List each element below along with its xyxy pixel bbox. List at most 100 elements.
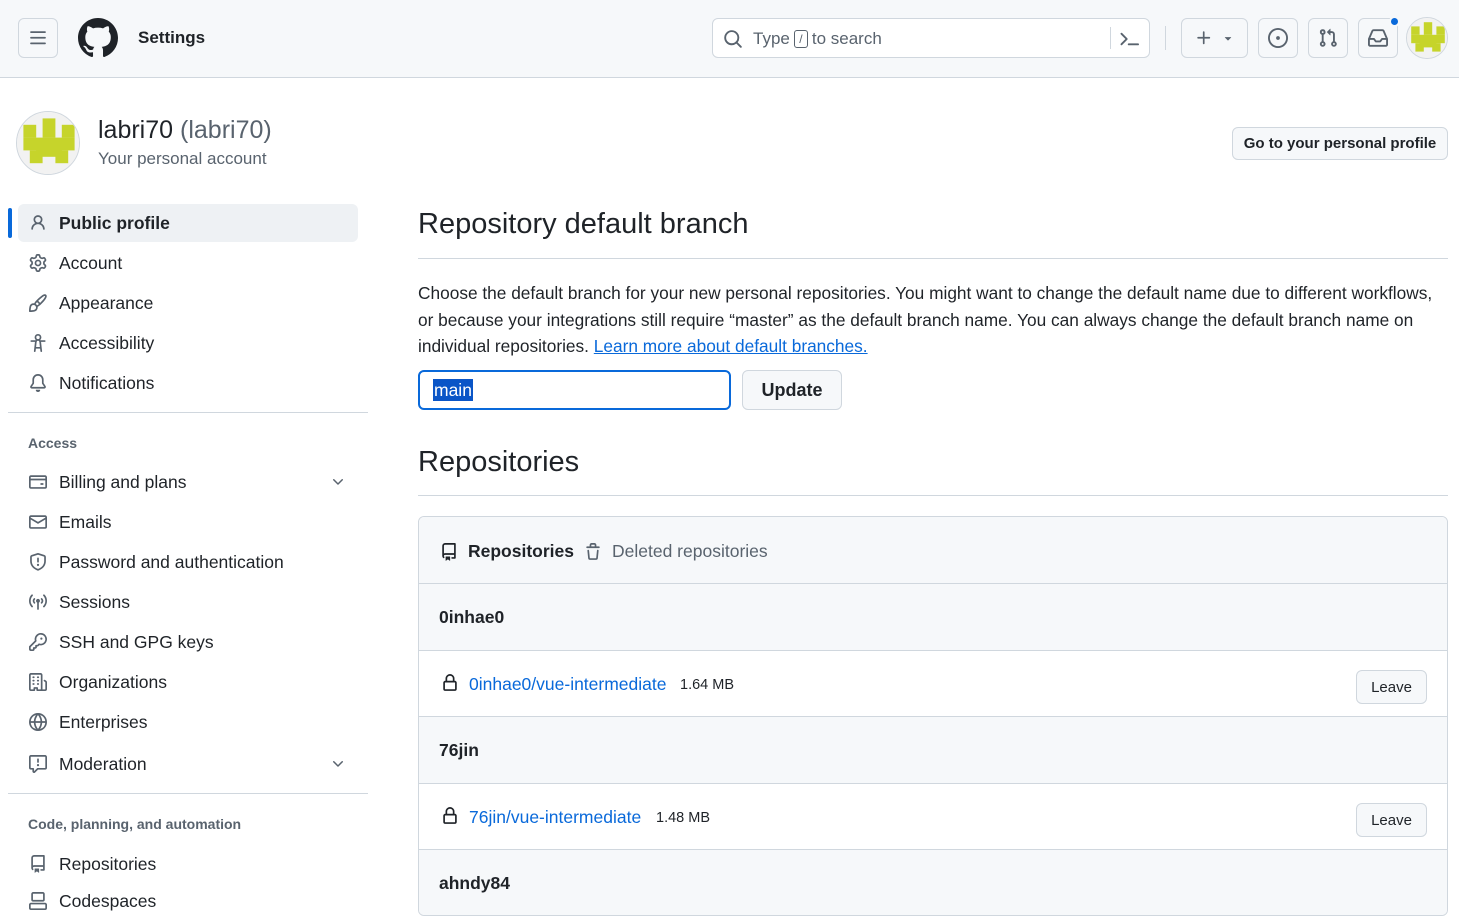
search-suffix: to search [811,29,882,48]
create-new-button[interactable] [1181,18,1248,58]
sidebar-item-codespaces[interactable]: Codespaces [18,882,358,920]
repo-link[interactable]: 76jin/vue-intermediate [469,807,641,828]
git-pull-request-icon [1319,28,1337,47]
search-input[interactable]: Type / to search [712,18,1150,58]
bell-icon [28,373,48,393]
mail-icon [28,512,48,532]
broadcast-icon [28,592,48,612]
personal-profile-button[interactable]: Go to your personal profile [1232,127,1448,160]
leave-button[interactable]: Leave [1356,670,1427,704]
owner-row: 0inhae0 [419,584,1447,651]
display-name: labri70 [98,116,174,144]
organization-icon [28,672,48,692]
triangle-down-icon [1224,37,1231,41]
repositories-tabs: Repositories Deleted repositories [419,517,1447,584]
github-logo-icon[interactable] [78,18,118,58]
repo-icon [28,854,48,874]
avatar[interactable] [1406,17,1448,59]
hamburger-icon [30,31,46,45]
command-palette-icon[interactable] [1119,29,1139,49]
default-branch-value: main [433,379,473,401]
default-branch-heading: Repository default branch [418,208,749,240]
account-name[interactable]: labri70 (labri70) [98,116,272,145]
sidebar-item-accessibility[interactable]: Accessibility [18,324,358,362]
login-name: (labri70) [180,116,272,144]
section-divider [418,495,1448,496]
notification-indicator [1389,16,1400,27]
menu-button[interactable] [18,18,58,58]
sidebar-item-label: Password and authentication [59,551,284,572]
issue-opened-icon [1268,28,1288,48]
repositories-heading: Repositories [418,446,580,478]
repo-row: 76jin/vue-intermediate 1.48 MB Leave [419,784,1447,850]
search-icon [723,29,743,49]
sidebar-item-emails[interactable]: Emails [18,503,358,541]
account-avatar[interactable] [16,111,80,175]
tab-label: Deleted repositories [612,541,768,561]
sidebar-item-notifications[interactable]: Notifications [18,364,358,402]
paintbrush-icon [28,293,48,313]
sidebar-item-label: Billing and plans [59,471,187,492]
sidebar-heading-code: Code, planning, and automation [28,816,242,832]
report-icon [28,754,48,774]
sidebar-item-billing[interactable]: Billing and plans [18,463,358,501]
lock-icon [441,807,459,825]
sidebar-item-organizations[interactable]: Organizations [18,663,358,701]
inbox-icon [1368,29,1388,47]
trash-icon [584,542,602,561]
default-branch-input[interactable]: main [418,370,731,410]
sidebar-item-ssh-gpg[interactable]: SSH and GPG keys [18,623,358,661]
lock-icon [441,674,459,692]
sidebar-item-label: Sessions [59,591,131,612]
header-divider [1165,26,1166,50]
repositories-panel: Repositories Deleted repositories 0inhae… [418,516,1448,916]
tab-deleted-repositories[interactable]: Deleted repositories [584,541,768,562]
active-nav-indicator [8,208,12,238]
sidebar-item-enterprises[interactable]: Enterprises [18,703,358,741]
globe-icon [28,712,48,732]
sidebar-item-sessions[interactable]: Sessions [18,583,358,621]
sidebar-item-repositories[interactable]: Repositories [18,845,358,883]
sidebar-item-label: Accessibility [59,332,155,353]
repo-size: 1.64 MB [680,677,734,693]
sidebar-item-label: Moderation [59,753,147,774]
owner-name: 0inhae0 [439,607,505,627]
search-prefix: Type [753,29,790,48]
codespaces-icon [28,891,48,911]
sidebar-item-label: SSH and GPG keys [59,631,214,652]
gear-icon [28,253,48,273]
top-header: Settings Type / to search [0,0,1459,78]
credit-card-icon [28,472,48,492]
plus-icon [1196,31,1210,45]
repo-icon [440,542,458,561]
update-button[interactable]: Update [742,370,842,410]
sidebar-item-public-profile[interactable]: Public profile [18,204,358,242]
sidebar-item-label: Enterprises [59,711,148,732]
search-divider [1110,27,1111,49]
owner-name: 76jin [439,740,479,760]
repo-link[interactable]: 0inhae0/vue-intermediate [469,674,667,695]
repo-size: 1.48 MB [656,810,710,826]
leave-button[interactable]: Leave [1356,803,1427,837]
tab-repositories[interactable]: Repositories [440,541,574,562]
sidebar-item-password[interactable]: Password and authentication [18,543,358,581]
owner-row: 76jin [419,717,1447,784]
section-divider [418,258,1448,259]
sidebar-item-account[interactable]: Account [18,244,358,282]
sidebar-item-label: Codespaces [59,890,157,911]
person-icon [28,213,48,233]
sidebar-item-label: Notifications [59,372,155,393]
sidebar-item-label: Emails [59,511,112,532]
account-subtitle: Your personal account [98,149,267,168]
sidebar-divider [8,412,368,413]
sidebar-item-appearance[interactable]: Appearance [18,284,358,322]
issues-button[interactable] [1258,18,1298,58]
accessibility-icon [28,333,48,353]
pull-requests-button[interactable] [1308,18,1348,58]
page-title[interactable]: Settings [138,28,205,48]
search-shortcut-key: / [793,30,808,48]
sidebar-item-moderation[interactable]: Moderation [18,745,358,783]
sidebar-divider [8,793,368,794]
sidebar-item-label: Appearance [59,292,154,313]
learn-more-link[interactable]: Learn more about default branches. [594,336,868,356]
